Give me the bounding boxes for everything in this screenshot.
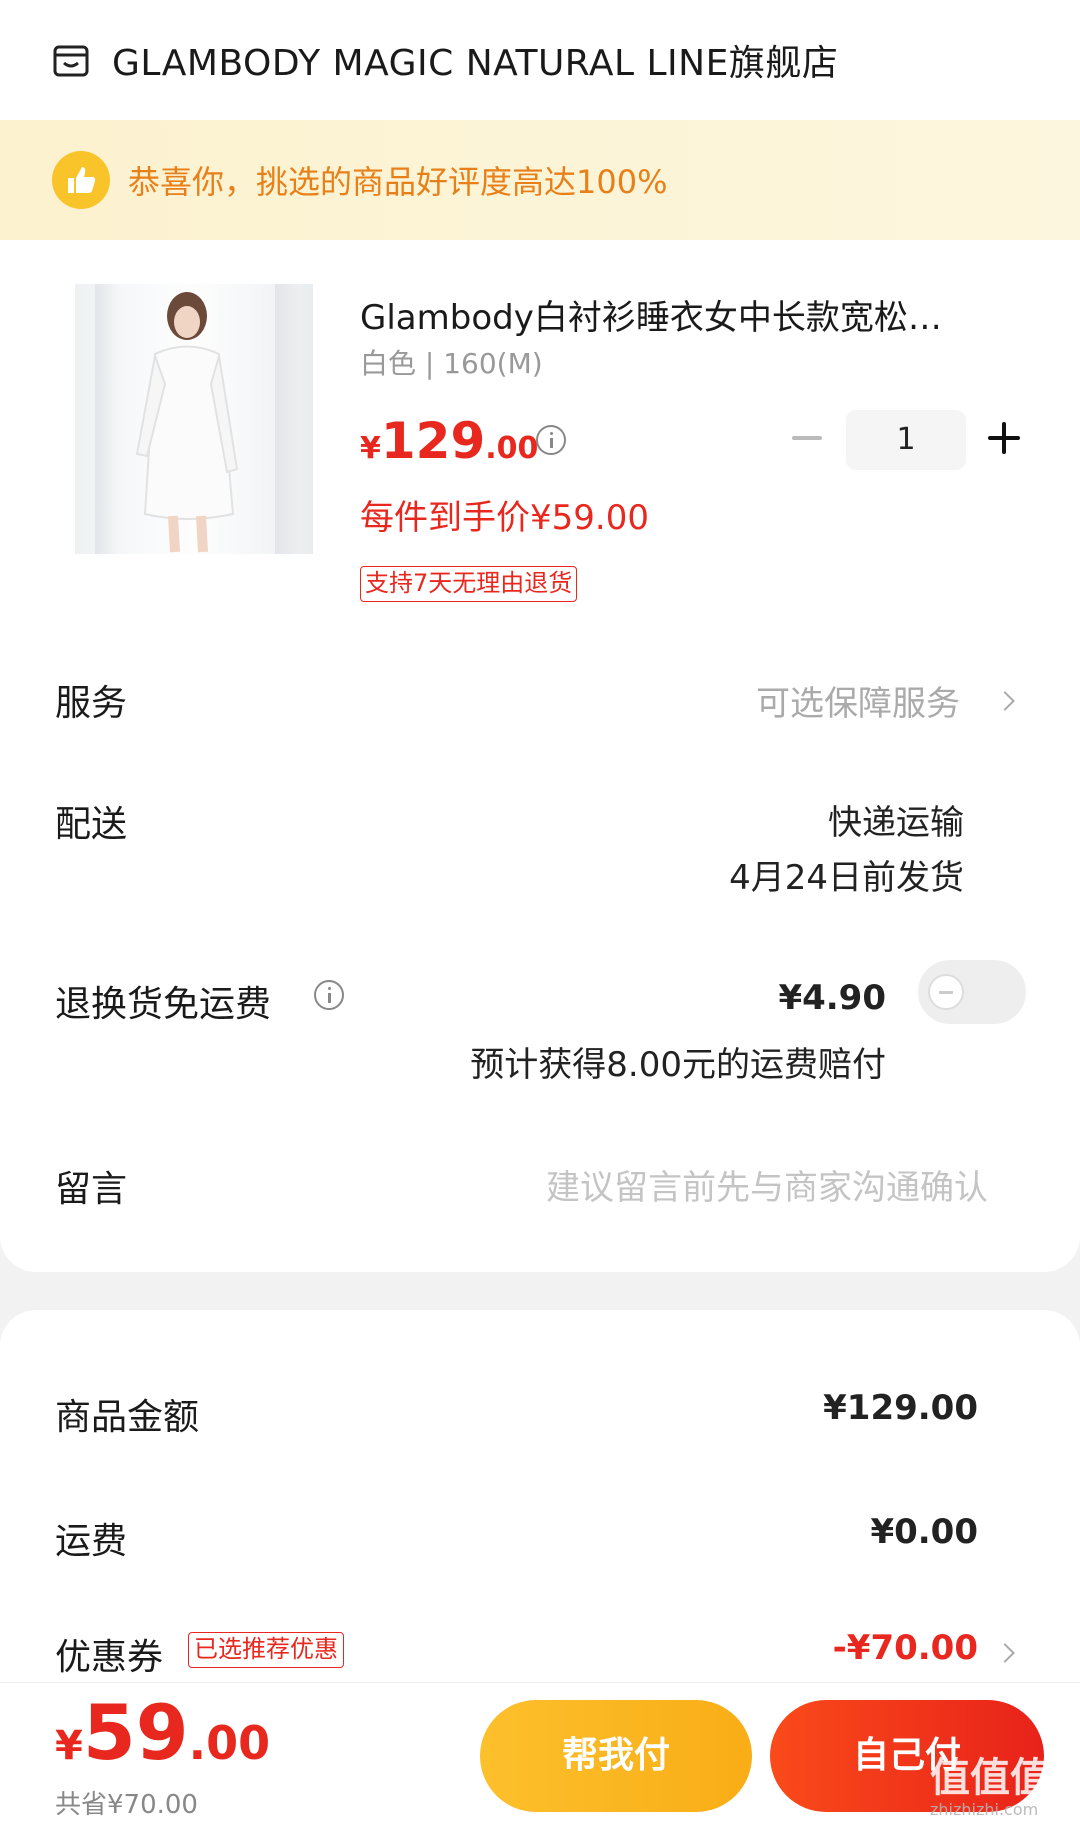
- coupon-value[interactable]: -¥70.00: [833, 1628, 978, 1668]
- toggle-knob: [928, 974, 964, 1010]
- shop-header[interactable]: GLAMBODY MAGIC NATURAL LINE旗舰店: [0, 0, 1080, 120]
- praise-banner: 恭喜你，挑选的商品好评度高达100%: [0, 120, 1080, 240]
- watermark-url: zhizhizhi.com: [930, 1800, 1039, 1819]
- quantity-decrease-button[interactable]: [792, 436, 822, 440]
- total-symbol: ¥: [55, 1723, 83, 1769]
- price-info-icon[interactable]: [536, 425, 566, 455]
- price-decimal: .00: [485, 431, 539, 466]
- shop-icon: [53, 45, 89, 77]
- coupon-selected-tag: 已选推荐优惠: [188, 1632, 344, 1668]
- delivery-method: 快递运输: [828, 803, 964, 843]
- goods-amount-label: 商品金额: [55, 1397, 200, 1438]
- goods-amount-value: ¥129.00: [823, 1388, 978, 1428]
- service-label: 服务: [55, 683, 128, 724]
- help-pay-button[interactable]: 帮我付: [480, 1700, 752, 1812]
- return-shipping-info-icon[interactable]: [314, 980, 344, 1010]
- product-price: ¥ 129 .00: [360, 412, 538, 470]
- message-label: 留言: [55, 1169, 128, 1210]
- total-integer: 59: [82, 1688, 189, 1777]
- coupon-label: 优惠券: [55, 1637, 164, 1678]
- total-price: ¥ 59 .00: [55, 1688, 270, 1777]
- saved-amount: 共省¥70.00: [55, 1790, 198, 1820]
- final-price: 每件到手价¥59.00: [360, 498, 649, 538]
- quantity-input[interactable]: 1: [846, 410, 966, 470]
- product-spec[interactable]: 白色 | 160(M): [360, 342, 543, 382]
- return-shipping-label: 退换货免运费: [55, 984, 272, 1025]
- service-value[interactable]: 可选保障服务: [756, 676, 960, 725]
- praise-text: 恭喜你，挑选的商品好评度高达100%: [128, 163, 668, 201]
- watermark: 值值值: [930, 1755, 1050, 1801]
- delivery-ship-date: 4月24日前发货: [729, 858, 964, 898]
- message-input[interactable]: 建议留言前先与商家沟通确认: [546, 1160, 988, 1209]
- total-decimal: .00: [188, 1716, 271, 1770]
- shop-name: GLAMBODY MAGIC NATURAL LINE旗舰店: [112, 43, 839, 84]
- return-shipping-toggle[interactable]: [918, 960, 1026, 1024]
- product-image[interactable]: [75, 284, 313, 554]
- thumbs-up-icon: [52, 151, 110, 209]
- return-shipping-note: 预计获得8.00元的运费赔付: [470, 1045, 886, 1085]
- price-integer: 129: [380, 412, 486, 470]
- shipping-fee-label: 运费: [55, 1521, 128, 1562]
- return-shipping-price: ¥4.90: [778, 978, 886, 1018]
- shipping-fee-value: ¥0.00: [870, 1512, 978, 1552]
- delivery-label: 配送: [55, 804, 128, 845]
- price-symbol: ¥: [360, 431, 381, 466]
- return-policy-tag: 支持7天无理由退货: [360, 566, 578, 602]
- quantity-increase-button[interactable]: [988, 422, 1020, 454]
- product-title[interactable]: Glambody白衬衫睡衣女中长款宽松…: [360, 290, 1020, 339]
